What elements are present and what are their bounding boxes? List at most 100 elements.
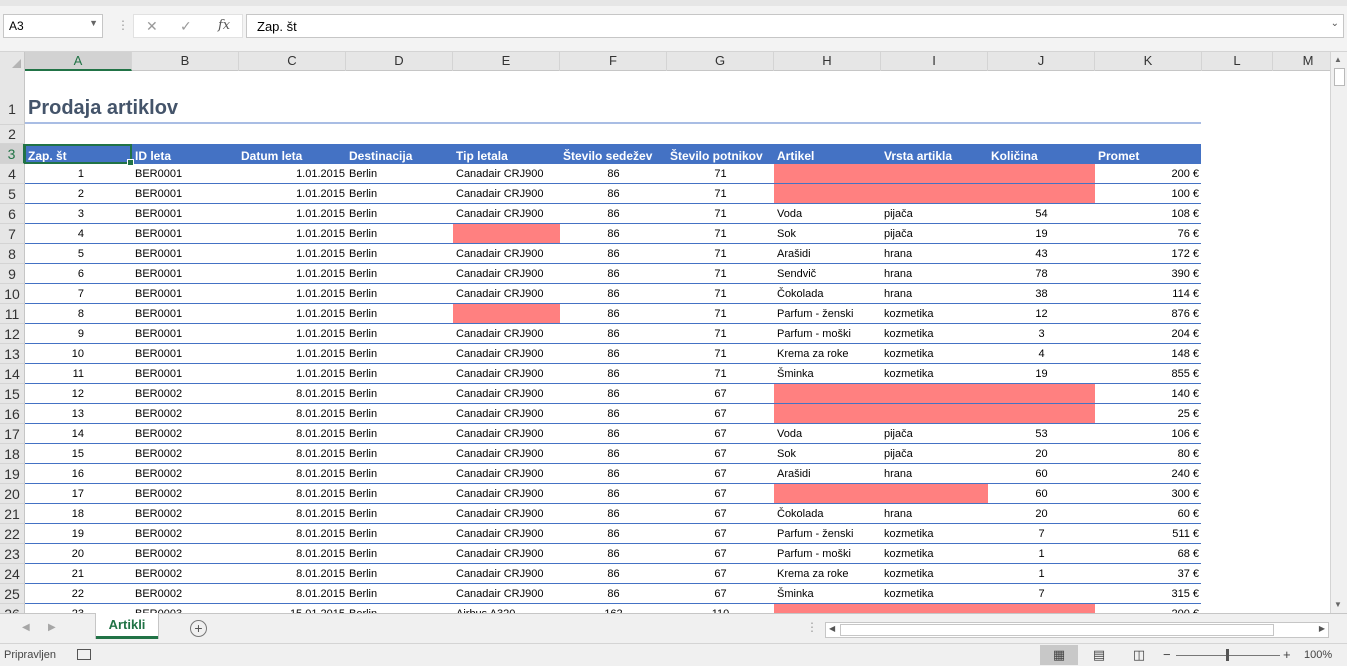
column-header-d[interactable]: D [346,52,453,71]
cell-item[interactable]: Sok [774,224,881,243]
cell-item[interactable]: Voda [774,424,881,443]
cell-qty[interactable]: 54 [988,204,1095,223]
cell-date[interactable]: 8.01.2015 [239,504,346,523]
cell-qty[interactable]: 4 [988,344,1095,363]
row-header[interactable]: 19 [0,464,25,484]
cell-pax[interactable]: 67 [667,444,774,463]
column-header-k[interactable]: K [1095,52,1202,71]
vertical-scrollbar[interactable]: ▲ ▼ [1330,52,1347,613]
cell-qty[interactable]: 20 [988,444,1095,463]
cell-date[interactable]: 8.01.2015 [239,484,346,503]
cell-pax[interactable]: 67 [667,544,774,563]
cell-qty[interactable] [988,404,1095,423]
cell-rev[interactable]: 106 € [1095,424,1202,443]
cell-id[interactable]: BER0002 [132,384,239,403]
cell-id[interactable]: BER0002 [132,484,239,503]
cell-qty[interactable] [988,604,1095,613]
row-header[interactable]: 9 [0,264,25,284]
cell-id[interactable]: BER0001 [132,164,239,183]
cell-kind[interactable]: pijača [881,204,988,223]
cell-kind[interactable] [881,384,988,403]
cell-id[interactable]: BER0003 [132,604,239,614]
cell-dest[interactable]: Berlin [346,204,453,223]
cell-item[interactable] [774,184,881,203]
cell-seats[interactable]: 86 [560,404,667,423]
row-header[interactable]: 6 [0,204,25,224]
cell-qty[interactable]: 43 [988,244,1095,263]
cell-dest[interactable]: Berlin [346,504,453,523]
cell-pax[interactable]: 67 [667,564,774,583]
cell-date[interactable]: 1.01.2015 [239,284,346,303]
sheet-tab-artikli[interactable]: Artikli [96,613,158,639]
cell-dest[interactable]: Berlin [346,484,453,503]
cell-seats[interactable]: 86 [560,484,667,503]
cell-id[interactable]: BER0002 [132,584,239,603]
cell-id[interactable]: BER0001 [132,224,239,243]
cell-qty[interactable] [988,384,1095,403]
cell-item[interactable]: Arašidi [774,464,881,483]
cell-pax[interactable]: 71 [667,284,774,303]
column-header-a[interactable]: A [25,52,132,71]
row-header[interactable]: 26 [0,604,25,613]
cell-date[interactable]: 1.01.2015 [239,204,346,223]
cancel-icon[interactable]: ✕ [146,18,158,35]
cell-dest[interactable]: Berlin [346,344,453,363]
name-box-dropdown-icon[interactable]: ▼ [89,18,98,28]
cell-item[interactable]: Parfum - moški [774,544,881,563]
cell-kind[interactable]: kozmetika [881,564,988,583]
cell-kind[interactable]: hrana [881,504,988,523]
column-title[interactable]: Število potnikov [667,144,774,164]
cell-kind[interactable] [881,404,988,423]
column-title[interactable]: Destinacija [346,144,453,164]
cell-kind[interactable]: pijača [881,444,988,463]
cell-n[interactable]: 4 [25,224,132,243]
cell-seats[interactable]: 86 [560,564,667,583]
zoom-slider-thumb[interactable] [1226,649,1229,661]
cell-id[interactable]: BER0001 [132,324,239,343]
cell-seats[interactable]: 86 [560,284,667,303]
cell-dest[interactable]: Berlin [346,424,453,443]
column-header-e[interactable]: E [453,52,560,71]
cell-item[interactable]: Arašidi [774,244,881,263]
row-header[interactable]: 11 [0,304,25,324]
cell-id[interactable]: BER0001 [132,284,239,303]
worksheet-grid[interactable]: 1 Prodaja artiklov 2 3 Zap. št ID leta Datum l… [0,71,1330,613]
cell-date[interactable]: 1.01.2015 [239,344,346,363]
enter-icon[interactable]: ✓ [180,18,192,35]
column-header-j[interactable]: J [988,52,1095,71]
cell-dest[interactable]: Berlin [346,444,453,463]
cell-date[interactable]: 1.01.2015 [239,264,346,283]
cell-date[interactable]: 15.01.2015 [239,604,346,614]
name-box[interactable]: A3 ▼ [3,14,103,38]
cell-seats[interactable]: 86 [560,384,667,403]
column-header-i[interactable]: I [881,52,988,71]
cell-id[interactable]: BER0002 [132,544,239,563]
column-header-f[interactable]: F [560,52,667,71]
zoom-level[interactable]: 100% [1304,649,1332,661]
row-header[interactable]: 10 [0,284,25,304]
cell-dest[interactable]: Berlin [346,244,453,263]
cell-date[interactable]: 8.01.2015 [239,444,346,463]
row-header[interactable]: 1 [0,71,25,125]
cell-kind[interactable]: kozmetika [881,544,988,563]
cell-date[interactable]: 1.01.2015 [239,304,346,323]
cell-kind[interactable]: kozmetika [881,584,988,603]
cell-seats[interactable]: 86 [560,264,667,283]
cell-date[interactable]: 8.01.2015 [239,584,346,603]
cell-qty[interactable]: 19 [988,224,1095,243]
cell-item[interactable] [774,404,881,423]
cell-pax[interactable]: 71 [667,204,774,223]
cell-plane[interactable]: Canadair CRJ900 [453,364,560,383]
cell-plane[interactable]: Canadair CRJ900 [453,184,560,203]
cell-qty[interactable]: 1 [988,564,1095,583]
cell-qty[interactable]: 1 [988,544,1095,563]
cell-kind[interactable]: hrana [881,244,988,263]
cell-rev[interactable]: 876 € [1095,304,1202,323]
cell-kind[interactable]: kozmetika [881,304,988,323]
vertical-scroll-thumb[interactable] [1334,68,1345,86]
column-title[interactable]: Artikel [774,144,881,164]
cell-rev[interactable]: 148 € [1095,344,1202,363]
cell-n[interactable]: 14 [25,424,132,443]
cell-n[interactable]: 11 [25,364,132,383]
cell-pax[interactable]: 71 [667,264,774,283]
